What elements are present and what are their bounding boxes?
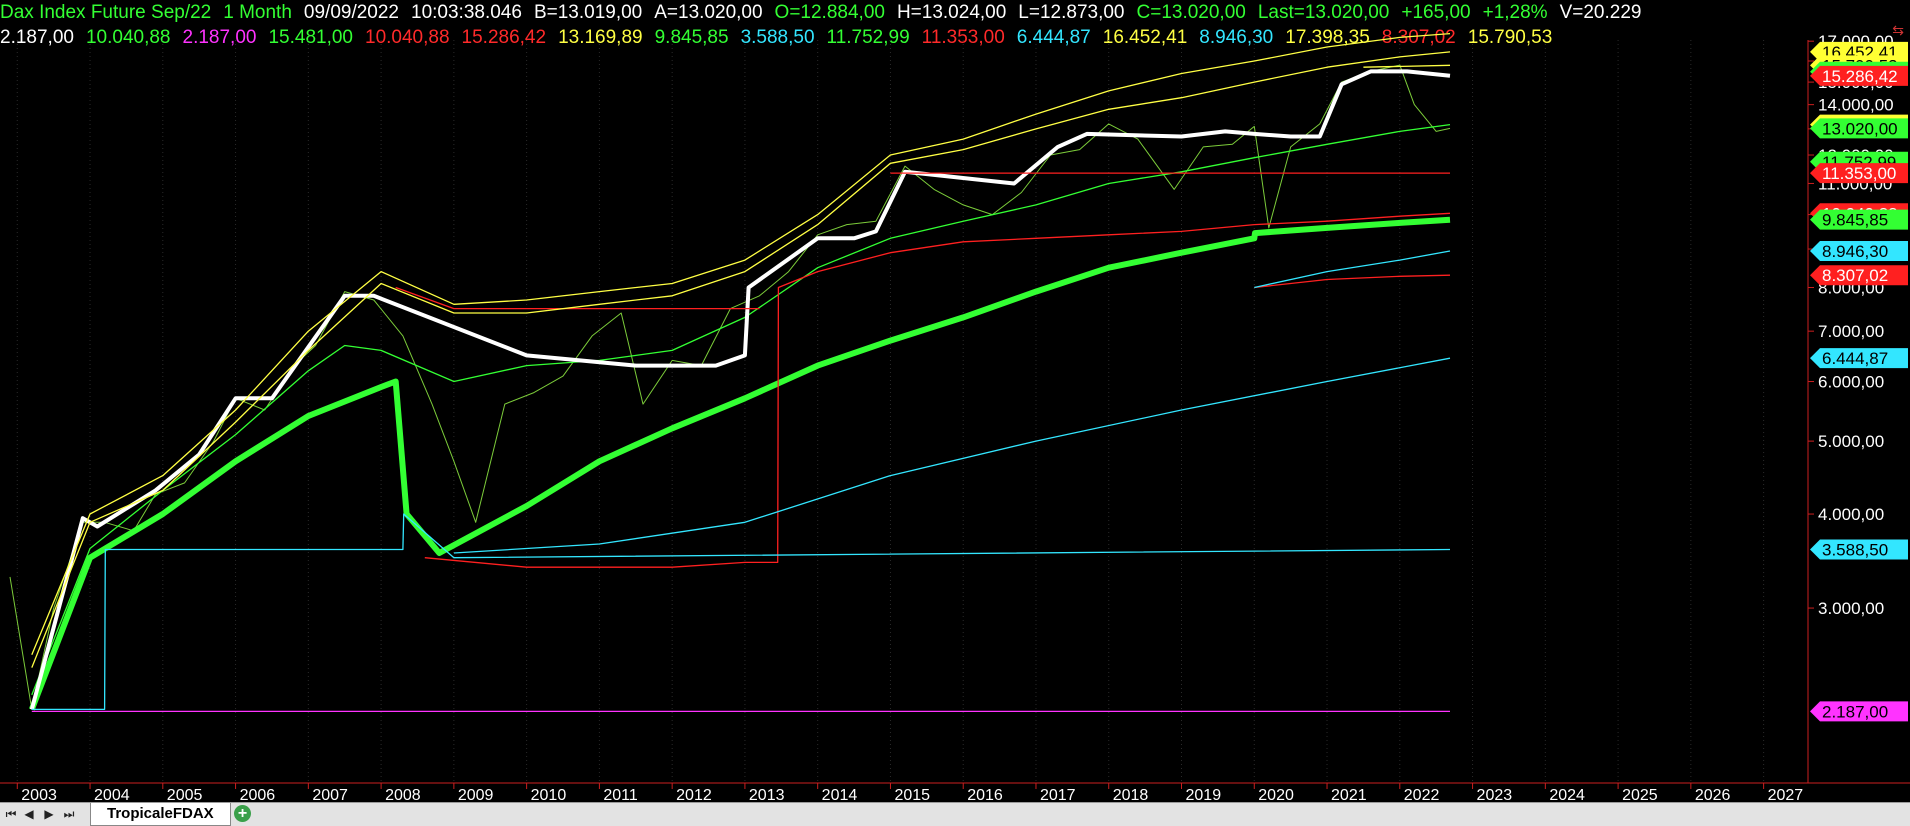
last-sheet-icon[interactable]: ⏭	[62, 806, 76, 822]
series-line	[1254, 250, 1451, 289]
sheet-tab-tropicalefdax[interactable]: TropicaleFDAX	[90, 803, 231, 826]
y-tick-label: 4.000,00	[1818, 505, 1884, 524]
x-tick-label: 2009	[458, 787, 494, 802]
prev-sheet-icon[interactable]: ◀	[22, 806, 36, 822]
x-tick-label: 2027	[1768, 787, 1804, 802]
x-tick-label: 2023	[1477, 787, 1513, 802]
series-line	[395, 286, 760, 310]
price-tag-label: 6.444,87	[1822, 349, 1888, 368]
y-tick-label: 6.000,00	[1818, 373, 1884, 392]
x-tick-label: 2024	[1549, 787, 1585, 802]
x-tick-label: 2016	[967, 787, 1003, 802]
x-tick-label: 2014	[822, 787, 858, 802]
x-tick-label: 2020	[1258, 787, 1294, 802]
price-tag-label: 2.187,00	[1822, 702, 1888, 721]
series-line	[31, 32, 1451, 656]
series-line	[29, 69, 1451, 710]
x-tick-label: 2019	[1186, 787, 1222, 802]
price-tag-label: 9.845,85	[1822, 211, 1888, 230]
series-line	[31, 513, 1451, 711]
series-line	[31, 51, 1451, 668]
x-tick-label: 2004	[94, 787, 130, 802]
price-tag-label: 11.353,00	[1822, 164, 1896, 183]
price-tag-label: 3.588,50	[1822, 540, 1888, 559]
x-tick-label: 2006	[240, 787, 276, 802]
series-line	[28, 216, 1451, 711]
x-tick-label: 2012	[676, 787, 712, 802]
next-sheet-icon[interactable]: ▶	[42, 806, 56, 822]
price-tag-label: 15.286,42	[1822, 67, 1898, 86]
x-tick-label: 2021	[1331, 787, 1367, 802]
zoom-arrows-icon[interactable]: ⇆	[1892, 22, 1904, 39]
x-tick-label: 2017	[1040, 787, 1076, 802]
x-tick-label: 2007	[312, 787, 348, 802]
first-sheet-icon[interactable]: ⏮	[4, 806, 18, 822]
x-tick-label: 2018	[1113, 787, 1149, 802]
y-tick-label: 5.000,00	[1818, 432, 1884, 451]
x-tick-label: 2005	[167, 787, 203, 802]
x-tick-label: 2026	[1695, 787, 1731, 802]
price-tag-label: 8.307,02	[1822, 266, 1888, 285]
x-tick-label: 2008	[385, 787, 421, 802]
x-tick-label: 2010	[531, 787, 567, 802]
price-tag-label: 13.020,00	[1822, 119, 1898, 138]
x-tick-label: 2003	[21, 787, 57, 802]
price-tag-label: 8.946,30	[1822, 242, 1888, 261]
series-line	[1363, 64, 1451, 68]
sheet-statusbar: ⏮ ◀ ▶ ⏭ TropicaleFDAX +	[0, 802, 1910, 826]
series-line	[453, 357, 1451, 554]
y-tick-label: 14.000,00	[1818, 96, 1894, 115]
series-line	[31, 123, 1451, 696]
x-tick-label: 2013	[749, 787, 785, 802]
price-chart[interactable]: 2003 2004 2005 2006 2007 2008 2009 2010 2011 2012…	[0, 0, 1910, 802]
x-tick-label: 2025	[1622, 787, 1658, 802]
series-line	[424, 212, 1451, 568]
y-tick-label: 3.000,00	[1818, 599, 1884, 618]
x-tick-label: 2022	[1404, 787, 1440, 802]
x-tick-label: 2015	[894, 787, 930, 802]
x-tick-label: 2011	[603, 787, 638, 802]
plus-icon[interactable]: +	[234, 805, 251, 822]
y-tick-label: 7.000,00	[1818, 322, 1884, 341]
